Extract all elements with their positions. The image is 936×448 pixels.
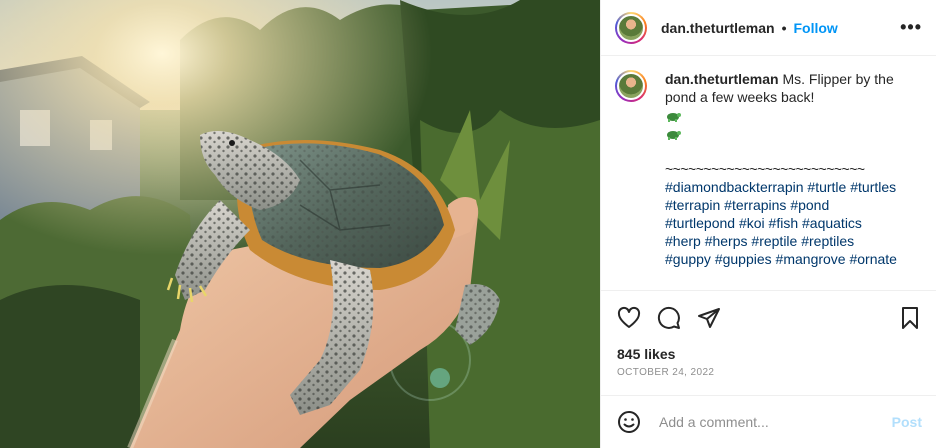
hashtag-link[interactable]: #terrapins — [724, 197, 786, 213]
hashtag-link[interactable]: #guppy — [665, 251, 711, 267]
hashtag-link[interactable]: #mangrove — [776, 251, 846, 267]
hashtag-link[interactable]: #reptile — [751, 233, 797, 249]
username-link[interactable]: dan.theturtleman — [661, 20, 775, 36]
post-photo[interactable] — [0, 0, 600, 448]
turtle-emoji-icon — [667, 113, 681, 123]
hashtag-link[interactable]: #turtlepond — [665, 215, 735, 231]
like-count[interactable]: 845 likes — [601, 345, 936, 363]
turtle-emoji-icon — [667, 131, 681, 141]
hashtag-link[interactable]: #koi — [739, 215, 765, 231]
share-icon[interactable] — [697, 306, 721, 330]
hashtag-link[interactable]: #reptiles — [801, 233, 854, 249]
turtle-emoji-1 — [665, 106, 901, 124]
post-header: dan.theturtleman • Follow ••• — [601, 0, 936, 56]
post-date[interactable]: OCTOBER 24, 2022 — [601, 367, 936, 383]
hashtag-link[interactable]: #ornate — [849, 251, 896, 267]
bookmark-icon[interactable] — [898, 306, 922, 330]
emoji-icon[interactable] — [617, 410, 641, 434]
divider-line: ~~~~~~~~~~~~~~~~~~~~~~~~~~ — [665, 161, 865, 177]
hashtag-link[interactable]: #aquatics — [802, 215, 862, 231]
hashtag-link[interactable]: #pond — [790, 197, 829, 213]
post-side-panel: dan.theturtleman • Follow ••• dan.thetur… — [600, 0, 936, 448]
hashtag-link[interactable]: #turtle — [807, 179, 846, 195]
hashtag-link[interactable]: #turtles — [850, 179, 896, 195]
hashtag-link[interactable]: #herps — [705, 233, 748, 249]
caption-section: dan.theturtleman Ms. Flipper by the pond… — [601, 56, 936, 291]
comment-bar: Post — [601, 395, 936, 448]
action-bar — [601, 291, 936, 345]
hashtag-link[interactable]: #guppies — [715, 251, 772, 267]
hashtag-link[interactable]: #fish — [769, 215, 799, 231]
heart-icon[interactable] — [617, 306, 641, 330]
comment-input[interactable] — [657, 413, 892, 431]
turtle-emoji-2 — [665, 124, 901, 142]
caption-username-link[interactable]: dan.theturtleman — [665, 71, 779, 87]
avatar[interactable] — [615, 11, 647, 44]
hashtag-link[interactable]: #diamondbackterrapin — [665, 179, 804, 195]
separator-dot: • — [781, 19, 787, 36]
hashtag-link[interactable]: #terrapin — [665, 197, 720, 213]
post-comment-button[interactable]: Post — [892, 414, 922, 430]
caption-avatar[interactable] — [615, 70, 647, 102]
caption-text: dan.theturtleman Ms. Flipper by the pond… — [665, 70, 901, 268]
turtle-in-hand-image — [0, 0, 600, 448]
comment-icon[interactable] — [657, 306, 681, 330]
hashtag-list: #diamondbackterrapin #turtle #turtles #t… — [665, 178, 901, 268]
more-options-icon[interactable]: ••• — [900, 17, 922, 38]
hashtag-link[interactable]: #herp — [665, 233, 701, 249]
instagram-post: dan.theturtleman • Follow ••• dan.thetur… — [0, 0, 936, 448]
follow-button[interactable]: Follow — [793, 20, 837, 36]
